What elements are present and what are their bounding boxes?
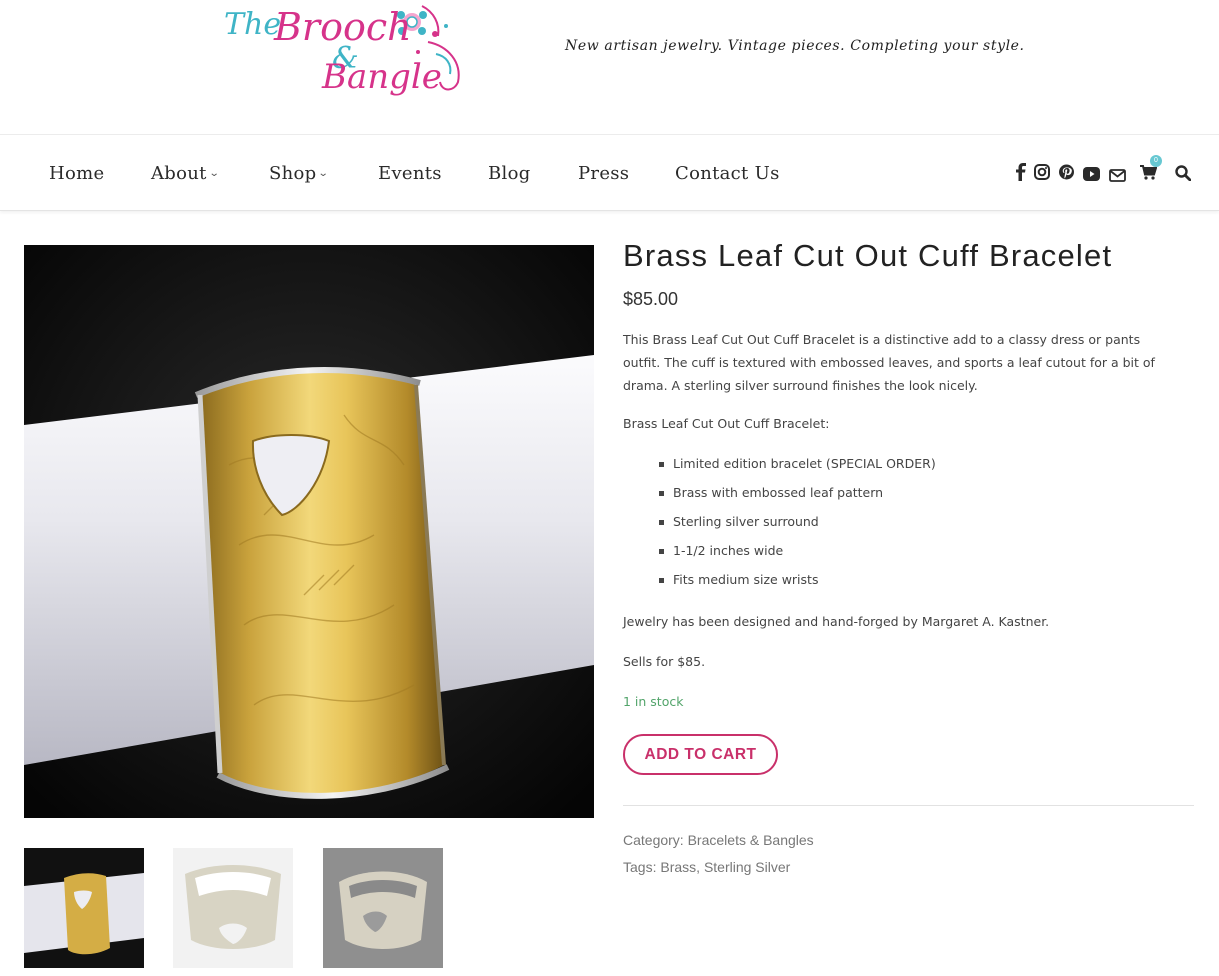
search-icon[interactable] <box>1175 165 1192 182</box>
nav-press[interactable]: Press <box>578 163 629 184</box>
divider <box>623 805 1194 806</box>
site-logo[interactable]: The Brooch & Bangle <box>222 2 468 97</box>
nav-home-label: Home <box>49 163 105 184</box>
tags-label: Tags: <box>623 859 657 875</box>
product-title: Brass Leaf Cut Out Cuff Bracelet <box>623 238 1113 273</box>
tag-link-brass[interactable]: Brass <box>660 859 696 875</box>
feature-item: Fits medium size wrists <box>659 570 936 599</box>
category-link[interactable]: Bracelets & Bangles <box>688 832 814 848</box>
designer-note: Jewelry has been designed and hand-forge… <box>623 614 1050 629</box>
product-thumbnail-2[interactable] <box>173 848 293 968</box>
nav-blog-label: Blog <box>488 163 531 184</box>
svg-text:The: The <box>224 7 281 42</box>
add-to-cart-button[interactable]: ADD TO CART <box>623 734 778 775</box>
nav-events-label: Events <box>378 163 442 184</box>
envelope-icon[interactable] <box>1109 167 1126 182</box>
site-tagline: New artisan jewelry. Vintage pieces. Com… <box>565 38 1025 54</box>
feature-item: Sterling silver surround <box>659 512 936 541</box>
nav-home[interactable]: Home <box>49 163 104 184</box>
product-category: Category: Bracelets & Bangles <box>623 832 814 848</box>
product-description: This Brass Leaf Cut Out Cuff Bracelet is… <box>623 332 1155 393</box>
main-nav: Home About ⌄ Shop ⌄ Events Blog Press Cont… <box>0 134 1219 211</box>
facebook-icon[interactable] <box>1014 163 1028 181</box>
nav-blog[interactable]: Blog <box>488 163 531 184</box>
stock-status: 1 in stock <box>623 694 684 709</box>
feature-item: 1-1/2 inches wide <box>659 541 936 570</box>
product-price: $85.00 <box>623 289 679 309</box>
instagram-icon[interactable] <box>1034 164 1050 180</box>
nav-about-label: About <box>151 163 207 184</box>
product-thumbnail-1[interactable] <box>24 848 144 968</box>
tag-link-sterling-silver[interactable]: Sterling Silver <box>704 859 790 875</box>
nav-events[interactable]: Events <box>378 163 442 184</box>
svg-text:Bangle: Bangle <box>321 57 442 96</box>
chevron-down-icon: ⌄ <box>318 168 330 179</box>
youtube-icon[interactable] <box>1083 166 1100 181</box>
tag-separator: , <box>696 859 701 875</box>
product-main-image[interactable] <box>24 245 594 818</box>
nav-press-label: Press <box>578 163 630 184</box>
nav-about[interactable]: About ⌄ <box>151 163 220 184</box>
nav-contact-label: Contact Us <box>675 163 780 184</box>
chevron-down-icon: ⌄ <box>208 168 220 179</box>
features-heading: Brass Leaf Cut Out Cuff Bracelet: <box>623 416 830 431</box>
feature-item: Limited edition bracelet (SPECIAL ORDER) <box>659 454 936 483</box>
cart-count-badge: 0 <box>1150 155 1162 167</box>
site-header: The Brooch & Bangle New artisan jewelry.… <box>0 0 1219 134</box>
product-thumbnail-3[interactable] <box>323 848 443 968</box>
nav-shop[interactable]: Shop ⌄ <box>269 163 330 184</box>
pinterest-icon[interactable] <box>1059 164 1074 180</box>
cart-icon[interactable] <box>1140 165 1158 180</box>
feature-item: Brass with embossed leaf pattern <box>659 483 936 512</box>
category-label: Category: <box>623 832 684 848</box>
product-tags: Tags: Brass, Sterling Silver <box>623 859 790 875</box>
sells-for-note: Sells for $85. <box>623 654 706 669</box>
nav-contact[interactable]: Contact Us <box>675 163 780 184</box>
nav-shop-label: Shop <box>269 163 317 184</box>
features-list: Limited edition bracelet (SPECIAL ORDER)… <box>659 454 936 599</box>
